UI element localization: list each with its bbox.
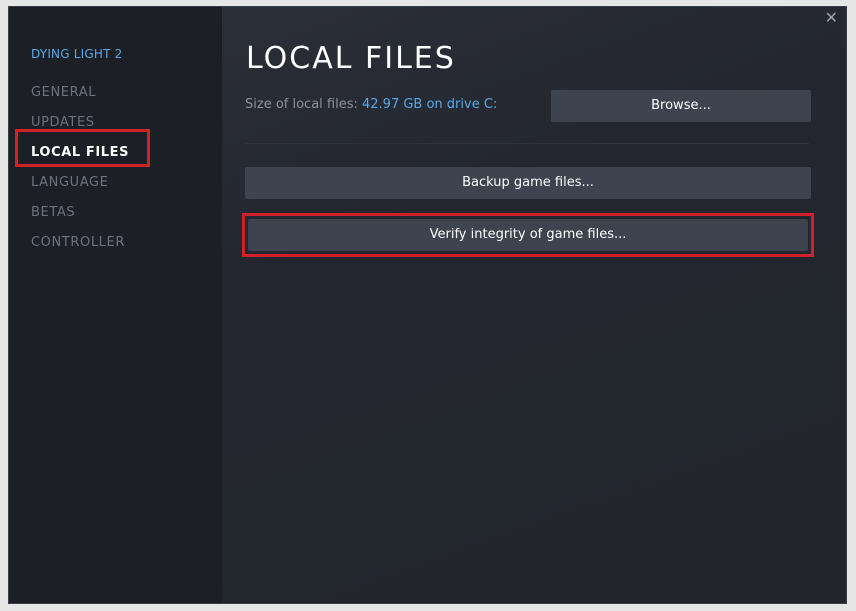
sidebar-item-local-files[interactable]: LOCAL FILES (31, 145, 129, 160)
browse-button[interactable]: Browse... (551, 90, 811, 122)
sidebar: DYING LIGHT 2 GENERAL UPDATES LOCAL FILE… (9, 7, 222, 603)
game-title: DYING LIGHT 2 (31, 47, 123, 61)
main-panel: ✕ LOCAL FILES Size of local files: 42.97… (222, 7, 846, 603)
local-files-size: Size of local files: 42.97 GB on drive C… (245, 97, 497, 112)
size-label: Size of local files: (245, 97, 358, 112)
sidebar-item-updates[interactable]: UPDATES (31, 115, 95, 130)
backup-game-files-button[interactable]: Backup game files... (245, 167, 811, 199)
properties-window: DYING LIGHT 2 GENERAL UPDATES LOCAL FILE… (8, 6, 847, 604)
sidebar-item-controller[interactable]: CONTROLLER (31, 235, 125, 250)
close-icon[interactable]: ✕ (825, 10, 838, 26)
verify-integrity-button[interactable]: Verify integrity of game files... (248, 219, 808, 251)
sidebar-item-language[interactable]: LANGUAGE (31, 175, 109, 190)
divider (245, 143, 809, 144)
sidebar-item-general[interactable]: GENERAL (31, 85, 96, 100)
sidebar-item-betas[interactable]: BETAS (31, 205, 75, 220)
page-title: LOCAL FILES (246, 41, 456, 76)
size-value-link[interactable]: 42.97 GB on drive C: (362, 97, 497, 112)
